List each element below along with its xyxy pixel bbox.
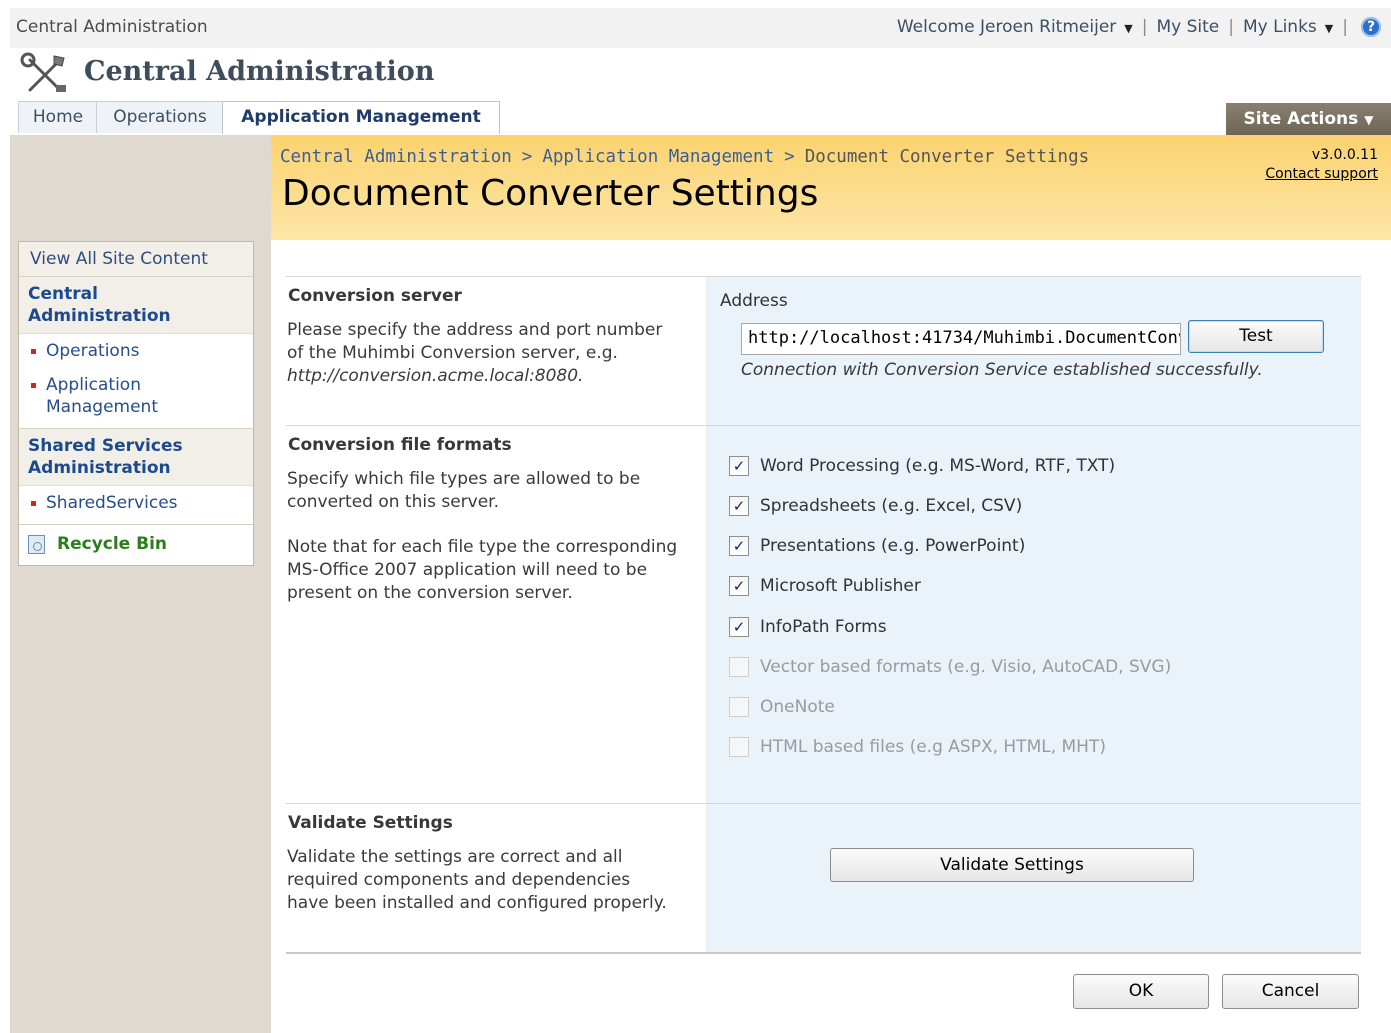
page-title: Document Converter Settings <box>282 173 819 214</box>
welcome-menu[interactable]: Welcome Jeroen Ritmeijer ▼ <box>897 17 1133 37</box>
my-links-text: My Links <box>1242 17 1317 37</box>
format-option-html: HTML based files (e.g ASPX, HTML, MHT) <box>729 737 1106 757</box>
global-bar: Central Administration Welcome Jeroen Ri… <box>10 8 1391 49</box>
format-label: HTML based files (e.g ASPX, HTML, MHT) <box>760 737 1106 757</box>
view-all-site-content-link[interactable]: View All Site Content <box>19 242 253 277</box>
conversion-server-desc-text: Please specify the address and port numb… <box>287 320 663 363</box>
validate-title: Validate Settings <box>288 813 453 833</box>
chevron-down-icon: ▼ <box>1124 22 1133 35</box>
format-label: Word Processing (e.g. MS-Word, RTF, TXT) <box>760 456 1116 476</box>
test-button[interactable]: Test <box>1188 320 1324 353</box>
page-title-area: Central Administration > Application Manag… <box>271 135 1391 240</box>
breadcrumb-application-management[interactable]: Application Management <box>542 147 774 167</box>
format-option-presentations[interactable]: ✓ Presentations (e.g. PowerPoint) <box>729 536 1025 556</box>
site-header: Central Administration <box>10 48 1391 102</box>
format-label: InfoPath Forms <box>760 617 887 637</box>
format-option-publisher[interactable]: ✓ Microsoft Publisher <box>729 576 921 596</box>
separator: | <box>1141 17 1148 37</box>
format-option-spreadsheets[interactable]: ✓ Spreadsheets (e.g. Excel, CSV) <box>729 496 1022 516</box>
quick-launch: View All Site Content Central Administra… <box>18 241 254 566</box>
tools-icon <box>20 52 66 92</box>
chevron-down-icon: ▼ <box>1364 113 1374 127</box>
ql-item-label: Operations <box>46 341 140 361</box>
ql-item-label: SharedServices <box>46 493 178 513</box>
file-formats-title: Conversion file formats <box>288 435 512 455</box>
ql-item-application-management[interactable]: Application Management <box>19 368 253 428</box>
global-links: Welcome Jeroen Ritmeijer ▼ | My Site | My… <box>897 17 1381 37</box>
address-label: Address <box>720 291 788 311</box>
address-input[interactable]: http://localhost:41734/Muhimbi.DocumentC… <box>741 323 1181 355</box>
chevron-down-icon: ▼ <box>1324 22 1334 35</box>
format-option-word[interactable]: ✓ Word Processing (e.g. MS-Word, RTF, TXT… <box>729 456 1115 476</box>
format-option-infopath[interactable]: ✓ InfoPath Forms <box>729 617 887 637</box>
welcome-text: Welcome Jeroen Ritmeijer <box>896 17 1117 37</box>
tab-home[interactable]: Home <box>18 101 98 133</box>
divider <box>286 952 1361 954</box>
breadcrumb-separator: > <box>521 147 533 167</box>
separator: | <box>1228 17 1234 37</box>
checkbox-checked[interactable]: ✓ <box>729 536 749 556</box>
top-nav-tabs: Home Operations Application Management S… <box>10 101 1391 135</box>
breadcrumb-separator: > <box>784 147 795 167</box>
divider <box>286 276 1361 277</box>
validate-settings-button[interactable]: Validate Settings <box>830 848 1194 882</box>
site-actions-label: Site Actions <box>1243 109 1359 129</box>
connection-status: Connection with Conversion Service estab… <box>741 360 1263 380</box>
checkbox-disabled <box>729 737 749 757</box>
version-label: v3.0.0.11 <box>1311 147 1378 163</box>
bullet-icon <box>31 383 36 388</box>
tab-operations[interactable]: Operations <box>96 101 224 133</box>
checkbox-checked[interactable]: ✓ <box>729 496 749 516</box>
ql-group-shared-services: Shared Services Administration SharedSer… <box>19 429 253 525</box>
recycle-bin-label: Recycle Bin <box>57 534 168 554</box>
format-option-onenote: OneNote <box>729 697 835 717</box>
help-icon[interactable]: ? <box>1361 17 1381 37</box>
conversion-server-title: Conversion server <box>288 286 462 306</box>
format-label: Vector based formats (e.g. Visio, AutoCA… <box>760 657 1172 677</box>
breadcrumb-current: Document Converter Settings <box>804 147 1090 167</box>
divider <box>286 803 1361 804</box>
recycle-bin-link[interactable]: Recycle Bin <box>19 525 253 565</box>
format-label: Presentations (e.g. PowerPoint) <box>760 536 1026 556</box>
ok-button[interactable]: OK <box>1073 974 1209 1009</box>
conversion-server-example: http://conversion.acme.local:8080. <box>287 366 584 386</box>
format-label: OneNote <box>760 697 835 717</box>
format-label: Spreadsheets (e.g. Excel, CSV) <box>760 496 1023 516</box>
breadcrumb-central-administration[interactable]: Central Administration <box>280 147 512 167</box>
format-option-vector: Vector based formats (e.g. Visio, AutoCA… <box>729 657 1171 677</box>
format-label: Microsoft Publisher <box>760 576 921 596</box>
checkbox-checked[interactable]: ✓ <box>729 456 749 476</box>
site-title[interactable]: Central Administration <box>84 56 434 87</box>
tab-application-management[interactable]: Application Management <box>222 101 500 134</box>
conversion-server-description: Please specify the address and port numb… <box>287 319 682 388</box>
checkbox-checked[interactable]: ✓ <box>729 617 749 637</box>
checkbox-checked[interactable]: ✓ <box>729 576 749 596</box>
ql-item-operations[interactable]: Operations <box>19 334 253 368</box>
recycle-bin-icon <box>28 534 45 554</box>
ql-group-central-admin: Central Administration Operations Applic… <box>19 277 253 429</box>
checkbox-disabled <box>729 657 749 677</box>
bullet-icon <box>31 349 36 354</box>
file-formats-description: Specify which file types are allowed to … <box>287 469 641 512</box>
ql-heading-central-administration[interactable]: Central Administration <box>19 277 253 334</box>
contact-support-link[interactable]: Contact support <box>1265 166 1378 182</box>
site-name-link[interactable]: Central Administration <box>16 17 208 37</box>
bullet-icon <box>31 501 36 506</box>
my-links-menu[interactable]: My Links ▼ <box>1243 17 1333 37</box>
validate-description: Validate the settings are correct and al… <box>287 847 667 913</box>
breadcrumb: Central Administration > Application Manag… <box>280 147 1089 167</box>
separator: | <box>1342 17 1348 37</box>
cancel-button[interactable]: Cancel <box>1222 974 1359 1009</box>
ql-item-sharedservices[interactable]: SharedServices <box>19 486 253 524</box>
my-site-link[interactable]: My Site <box>1156 17 1219 37</box>
ql-item-label: Application Management <box>46 375 158 417</box>
ql-heading-shared-services-administration[interactable]: Shared Services Administration <box>19 429 253 486</box>
divider <box>286 425 1361 426</box>
site-actions-menu[interactable]: Site Actions ▼ <box>1226 103 1391 135</box>
checkbox-disabled <box>729 697 749 717</box>
file-formats-note: Note that for each file type the corresp… <box>287 537 678 603</box>
